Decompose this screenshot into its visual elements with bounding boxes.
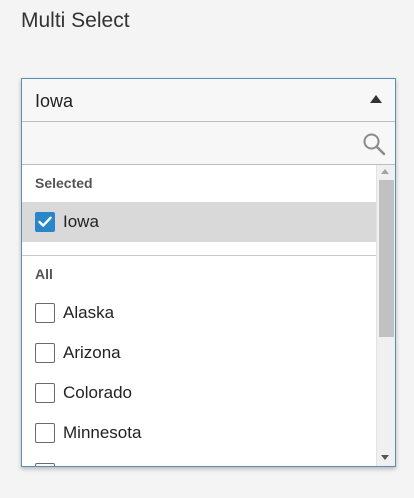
scroll-up-arrow-icon[interactable] bbox=[381, 169, 389, 174]
selected-value: Iowa bbox=[35, 91, 74, 111]
option-label: Colorado bbox=[63, 383, 132, 402]
scrollbar[interactable] bbox=[376, 165, 395, 466]
section-header-selected: Selected bbox=[35, 175, 93, 191]
checkbox[interactable] bbox=[35, 303, 55, 323]
checkbox[interactable] bbox=[35, 383, 55, 403]
caret-up-icon[interactable] bbox=[370, 95, 382, 103]
checkbox[interactable] bbox=[35, 343, 55, 363]
list-item[interactable]: Minnesota bbox=[22, 413, 376, 453]
multi-select-toggle[interactable]: Iowa bbox=[22, 79, 395, 122]
checkbox[interactable] bbox=[35, 423, 55, 443]
list-item[interactable]: Colorado bbox=[22, 373, 376, 413]
option-label: Minnesota bbox=[63, 423, 142, 442]
option-label: Alaska bbox=[63, 303, 115, 322]
search-row bbox=[22, 122, 395, 165]
option-label: Iowa bbox=[63, 212, 99, 231]
checkbox[interactable] bbox=[35, 463, 55, 466]
list-item[interactable]: Arizona bbox=[22, 333, 376, 373]
search-icon[interactable] bbox=[362, 132, 386, 156]
scroll-down-arrow-icon[interactable] bbox=[381, 455, 389, 460]
list-item-partial[interactable] bbox=[22, 453, 376, 466]
scrollbar-thumb[interactable] bbox=[379, 180, 394, 337]
section-header-all: All bbox=[35, 266, 53, 282]
option-label: Arizona bbox=[63, 343, 121, 362]
checkbox[interactable] bbox=[35, 212, 55, 232]
page-title: Multi Select bbox=[21, 9, 130, 32]
multi-select-widget: Iowa Selected Iowa All Alaska Arizona Co… bbox=[21, 78, 396, 467]
options-list: Selected Iowa All Alaska Arizona Colorad… bbox=[22, 165, 376, 466]
checkmark-icon bbox=[38, 216, 52, 227]
list-item[interactable]: Alaska bbox=[22, 293, 376, 333]
search-input[interactable] bbox=[22, 122, 352, 164]
list-item-selected[interactable]: Iowa bbox=[22, 202, 376, 242]
options-list-area: Selected Iowa All Alaska Arizona Colorad… bbox=[22, 165, 395, 466]
